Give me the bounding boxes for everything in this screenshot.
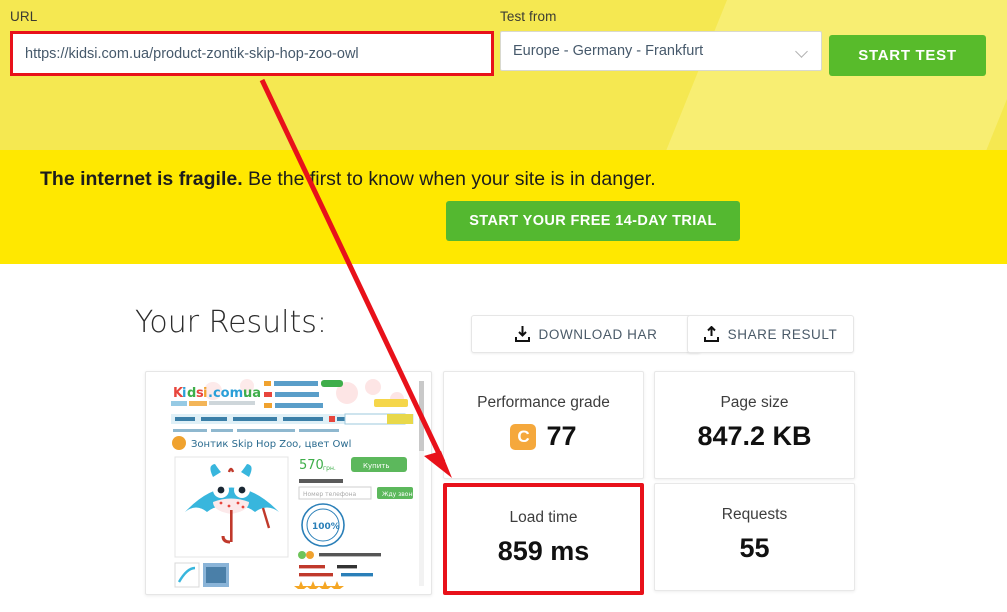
site-screenshot-thumbnail[interactable]: K i d s i .com. ua Зонтик Skip Hop Zoo, … xyxy=(145,371,432,595)
test-location-select[interactable]: Europe - Germany - Frankfurt xyxy=(500,31,822,71)
metric-label: Load time xyxy=(509,509,578,526)
metric-card-load-time: Load time 859 ms xyxy=(443,483,644,595)
thumbnail-image: K i d s i .com. ua Зонтик Skip Hop Zoo, … xyxy=(151,377,426,589)
metric-label: Requests xyxy=(721,506,788,523)
svg-text:570: 570 xyxy=(299,458,324,473)
metric-card-requests: Requests 55 xyxy=(654,483,855,591)
promo-headline-rest: Be the first to know when your site is i… xyxy=(242,168,656,190)
page-root: URL Test from Europe - Germany - Frankfu… xyxy=(0,0,1007,612)
url-label: URL xyxy=(10,9,38,24)
svg-text:Зонтик Skip Hop Zoo, цвет Owl: Зонтик Skip Hop Zoo, цвет Owl xyxy=(191,439,351,450)
metric-value-row: C 77 xyxy=(444,421,643,452)
svg-text:d: d xyxy=(187,386,196,401)
svg-text:Жду звонка: Жду звонка xyxy=(382,491,420,498)
metric-value: 77 xyxy=(546,421,577,451)
start-free-trial-button[interactable]: START YOUR FREE 14-DAY TRIAL xyxy=(446,201,740,241)
svg-text:грн.: грн. xyxy=(323,465,336,472)
svg-text:ua: ua xyxy=(243,386,261,401)
location-field-group: Test from Europe - Germany - Frankfurt xyxy=(500,8,822,71)
url-input[interactable] xyxy=(13,34,491,73)
metric-card-performance-grade: Performance grade C 77 xyxy=(443,371,644,479)
chevron-down-icon xyxy=(796,47,809,55)
test-from-label: Test from xyxy=(500,9,557,24)
url-input-highlight-box xyxy=(10,31,494,76)
thumbnail-render: K i d s i .com. ua Зонтик Skip Hop Zoo, … xyxy=(151,377,426,589)
monitor-alert-icon xyxy=(760,260,1007,264)
promo-headline: The internet is fragile. Be the first to… xyxy=(40,168,656,191)
url-field-group: URL xyxy=(10,8,494,76)
svg-text:Купить: Купить xyxy=(363,462,389,470)
download-har-label: DOWNLOAD HAR xyxy=(538,326,658,342)
metric-value: 859 ms xyxy=(497,536,590,566)
test-location-value: Europe - Germany - Frankfurt xyxy=(513,43,704,59)
metric-label: Performance grade xyxy=(477,394,610,411)
start-test-button[interactable]: START TEST xyxy=(829,35,986,76)
grade-badge: C xyxy=(510,423,537,450)
svg-text:i: i xyxy=(203,386,207,401)
download-har-button[interactable]: DOWNLOAD HAR xyxy=(471,315,701,353)
share-upload-icon xyxy=(703,325,719,342)
download-icon xyxy=(514,325,530,342)
metric-card-page-size: Page size 847.2 KB xyxy=(654,371,855,479)
share-result-button[interactable]: SHARE RESULT xyxy=(687,315,854,353)
promo-headline-bold: The internet is fragile. xyxy=(40,168,243,190)
metric-value: 847.2 KB xyxy=(697,421,812,451)
share-result-label: SHARE RESULT xyxy=(727,326,838,342)
svg-text:i: i xyxy=(182,386,186,401)
metric-label: Page size xyxy=(720,394,789,411)
svg-text:100%: 100% xyxy=(312,522,340,532)
metric-value: 55 xyxy=(739,533,770,563)
page-title: Your Results: xyxy=(135,305,328,340)
svg-text:Номер телефона: Номер телефона xyxy=(303,491,357,498)
